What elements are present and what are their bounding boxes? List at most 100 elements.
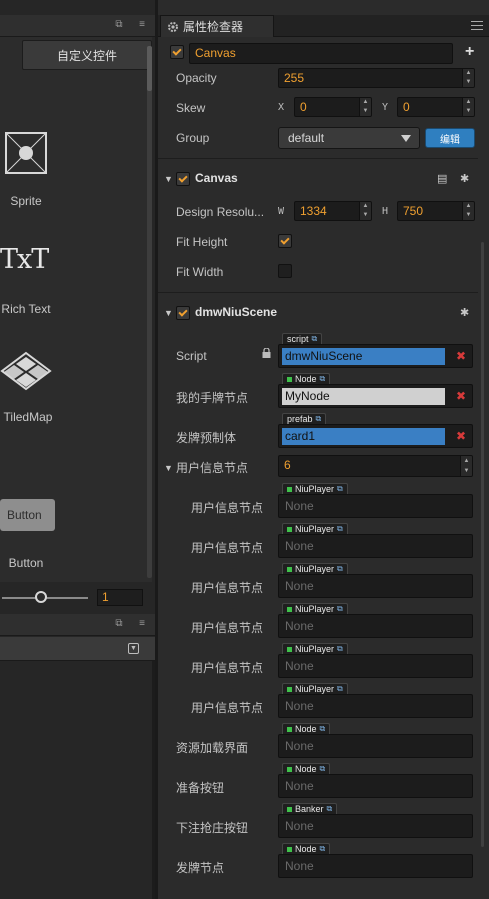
widget-label-sprite: Sprite [10, 194, 42, 208]
card-prefab-ref-box[interactable]: card1 ✖ [278, 424, 473, 448]
link-icon[interactable]: ⧉ [337, 604, 343, 614]
ref-box[interactable]: None [278, 774, 473, 798]
help-book-icon[interactable]: ▤ [437, 172, 447, 185]
fit-width-checkbox[interactable] [278, 264, 292, 278]
menu-icon[interactable]: ≡ [136, 618, 148, 630]
design-width-value: 1334 [300, 204, 327, 218]
hand-node-ref-value: MyNode [282, 388, 445, 405]
user-info-array-size-input[interactable]: 6 ▲ ▼ [278, 455, 473, 477]
menu-icon[interactable]: ≡ [136, 19, 148, 31]
card-prefab-ref-value: card1 [282, 428, 445, 445]
zoom-input[interactable]: 1 [97, 589, 143, 606]
card-prefab-ref-field[interactable]: prefab ⧉ card1 ✖ [278, 413, 473, 451]
design-width-spinner[interactable]: ▲ ▼ [359, 202, 371, 220]
clear-ref-icon[interactable]: ✖ [456, 389, 466, 403]
opacity-input[interactable]: 255 ▲ ▼ [278, 68, 475, 88]
skew-y-spinner[interactable]: ▲ ▼ [462, 98, 474, 116]
ref-box[interactable]: None [278, 734, 473, 758]
ref-box[interactable]: None [278, 494, 473, 518]
widgets-list: 自定义控件 Sprite TxT Rich Text TiledMap Butt… [0, 37, 152, 582]
group-select[interactable]: default [278, 127, 420, 149]
ref-field[interactable]: NiuPlayer ⧉ None [278, 603, 473, 641]
widgets-scrollbar[interactable] [147, 46, 152, 578]
design-height-input[interactable]: 750 ▲ ▼ [397, 201, 475, 221]
ref-tag-text: NiuPlayer [295, 644, 335, 654]
widget-label-tiledmap: TiledMap [3, 410, 53, 424]
ref-box[interactable]: None [278, 694, 473, 718]
canvas-component-header[interactable]: ▼ Canvas ▤ ✱ [158, 164, 478, 192]
skew-y-input[interactable]: 0 ▲ ▼ [397, 97, 475, 117]
collapse-arrow-icon[interactable]: ▼ [164, 174, 173, 184]
settings-gear-icon[interactable]: ✱ [460, 306, 469, 319]
link-icon[interactable]: ⧉ [337, 644, 343, 654]
widget-label-button: Button [8, 556, 44, 570]
link-icon[interactable]: ⧉ [320, 374, 326, 384]
ref-field[interactable]: NiuPlayer ⧉ None [278, 483, 473, 521]
ref-box[interactable]: None [278, 614, 473, 638]
clear-ref-icon[interactable]: ✖ [456, 429, 466, 443]
ref-field[interactable]: NiuPlayer ⧉ None [278, 683, 473, 721]
ref-field[interactable]: NiuPlayer ⧉ None [278, 643, 473, 681]
script-component-title: dmwNiuScene [195, 305, 278, 319]
ref-tag-text: NiuPlayer [295, 604, 335, 614]
menu-icon[interactable] [471, 21, 483, 31]
array-collapse-arrow-icon[interactable]: ▼ [164, 463, 173, 473]
skew-x-input[interactable]: 0 ▲ ▼ [294, 97, 372, 117]
hand-node-ref-box[interactable]: MyNode ✖ [278, 384, 473, 408]
skew-x-spinner[interactable]: ▲ ▼ [359, 98, 371, 116]
clear-ref-icon[interactable]: ✖ [456, 349, 466, 363]
ref-field[interactable]: Banker ⧉ None [278, 803, 473, 841]
fit-height-checkbox[interactable] [278, 234, 292, 248]
zoom-slider-knob[interactable] [34, 591, 47, 603]
array-size-spinner[interactable]: ▲ ▼ [460, 456, 472, 476]
ref-type-tag: NiuPlayer ⧉ [282, 683, 348, 694]
ref-field[interactable]: NiuPlayer ⧉ None [278, 523, 473, 561]
ref-box[interactable]: None [278, 814, 473, 838]
link-icon[interactable]: ⧉ [312, 334, 318, 344]
node-name-input[interactable]: Canvas [189, 43, 453, 64]
ref-value: None [285, 699, 314, 713]
lock-icon [262, 348, 271, 358]
ref-field-label: 准备按钮 [176, 781, 225, 795]
link-icon[interactable]: ⧉ [320, 844, 326, 854]
ref-box[interactable]: None [278, 854, 473, 878]
node-active-checkbox[interactable] [170, 45, 184, 59]
script-ref-field[interactable]: script ⧉ dmwNiuScene ✖ [278, 333, 473, 371]
hand-node-ref-field[interactable]: Node ⧉ MyNode ✖ [278, 373, 473, 411]
link-icon[interactable]: ⧉ [337, 684, 343, 694]
link-icon[interactable]: ⧉ [337, 524, 343, 534]
link-icon[interactable]: ⧉ [337, 484, 343, 494]
maximize-icon[interactable]: ⧉ [113, 618, 125, 630]
widgets-scroll-thumb[interactable] [147, 46, 152, 91]
add-component-icon[interactable]: + [465, 43, 474, 61]
opacity-spinner[interactable]: ▲ ▼ [462, 69, 474, 87]
tab-inspector[interactable]: 属性检查器 [160, 15, 274, 37]
ref-tag-text: NiuPlayer [295, 564, 335, 574]
design-height-spinner[interactable]: ▲ ▼ [462, 202, 474, 220]
maximize-icon[interactable]: ⧉ [113, 19, 125, 31]
dropdown-icon[interactable]: ▼ [128, 643, 139, 654]
script-component-header[interactable]: ▼ dmwNiuScene ✱ [158, 298, 478, 326]
link-icon[interactable]: ⧉ [337, 564, 343, 574]
settings-gear-icon[interactable]: ✱ [460, 172, 469, 185]
link-icon[interactable]: ⧉ [316, 414, 322, 424]
custom-widgets-button[interactable]: 自定义控件 [22, 40, 152, 70]
ref-field[interactable]: Node ⧉ None [278, 723, 473, 761]
ref-box[interactable]: None [278, 654, 473, 678]
ref-box[interactable]: None [278, 534, 473, 558]
ref-field[interactable]: Node ⧉ None [278, 763, 473, 801]
design-width-input[interactable]: 1334 ▲ ▼ [294, 201, 372, 221]
ref-field[interactable]: Node ⧉ None [278, 843, 473, 881]
ref-box[interactable]: None [278, 574, 473, 598]
script-enabled-checkbox[interactable] [176, 306, 190, 320]
richtext-icon: TxT [0, 244, 49, 275]
link-icon[interactable]: ⧉ [327, 804, 333, 814]
inspector-scrollbar[interactable] [481, 242, 484, 847]
link-icon[interactable]: ⧉ [320, 724, 326, 734]
group-edit-button[interactable]: 编辑 [425, 128, 475, 148]
link-icon[interactable]: ⧉ [320, 764, 326, 774]
collapse-arrow-icon[interactable]: ▼ [164, 308, 173, 318]
ref-field[interactable]: NiuPlayer ⧉ None [278, 563, 473, 601]
canvas-enabled-checkbox[interactable] [176, 172, 190, 186]
script-ref-box[interactable]: dmwNiuScene ✖ [278, 344, 473, 368]
